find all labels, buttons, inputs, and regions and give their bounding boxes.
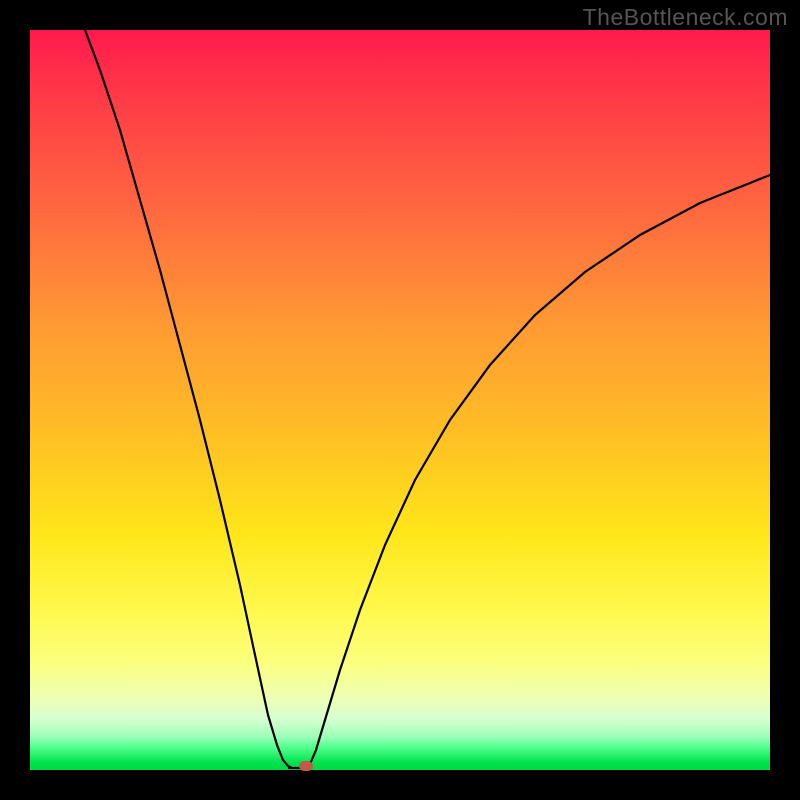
plot-area — [30, 30, 770, 770]
watermark-text: TheBottleneck.com — [583, 4, 788, 31]
chart-frame: TheBottleneck.com — [0, 0, 800, 800]
curve-path — [85, 30, 770, 768]
bottleneck-curve — [30, 30, 770, 770]
optimum-marker — [299, 761, 313, 771]
